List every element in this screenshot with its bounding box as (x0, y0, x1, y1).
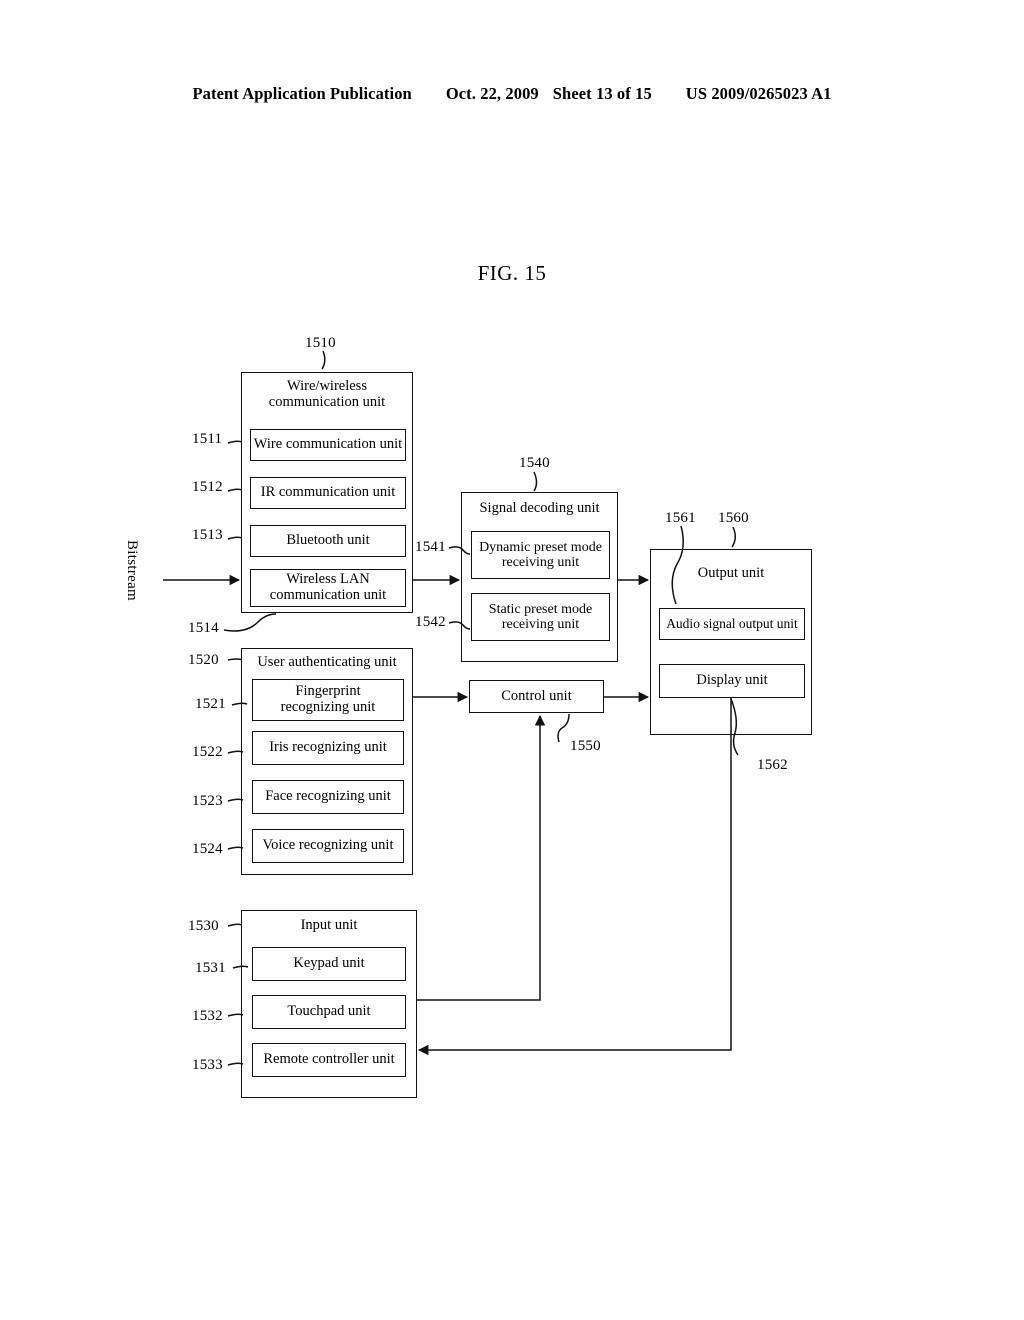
ref-1514: 1514 (188, 620, 219, 636)
block-title-output-unit: Output unit (697, 565, 765, 581)
block-voice-recognizing-unit: Voice recognizing unit (252, 829, 404, 863)
ref-1511: 1511 (192, 431, 223, 447)
block-touchpad-unit: Touchpad unit (252, 995, 406, 1029)
ref-1531: 1531 (195, 960, 226, 976)
ref-1523: 1523 (192, 793, 223, 809)
leader-1512 (227, 488, 243, 492)
block-input-unit: Input unit Keypad unit Touchpad unit Rem… (241, 910, 417, 1098)
leader-1560 (731, 526, 736, 548)
ref-1550: 1550 (570, 738, 601, 754)
block-face-recognizing-unit: Face recognizing unit (252, 780, 404, 814)
block-remote-controller-unit: Remote controller unit (252, 1043, 406, 1077)
ref-1513: 1513 (192, 527, 223, 543)
block-keypad-unit: Keypad unit (252, 947, 406, 981)
block-user-authenticating-unit: User authenticating unit Fingerprint rec… (241, 648, 413, 875)
block-audio-signal-output-unit: Audio signal output unit (659, 608, 805, 640)
block-display-unit: Display unit (659, 664, 805, 698)
block-dynamic-preset-mode-receiving-unit: Dynamic preset mode receiving unit (471, 531, 610, 579)
block-wireless-lan-communication-unit: Wireless LAN communication unit (250, 569, 406, 607)
ref-1521: 1521 (195, 696, 226, 712)
ref-1542: 1542 (415, 614, 446, 630)
bitstream-label: Bitstream (124, 540, 140, 602)
ref-1510: 1510 (305, 335, 336, 351)
ref-1512: 1512 (192, 479, 223, 495)
ref-1530: 1530 (188, 918, 219, 934)
leader-1511 (227, 440, 243, 444)
wire-input-to-control (417, 714, 546, 1001)
leader-1513 (227, 536, 243, 540)
block-output-unit: Output unit Audio signal output unit Dis… (650, 549, 812, 735)
block-control-unit: Control unit (469, 680, 604, 713)
block-iris-recognizing-unit: Iris recognizing unit (252, 731, 404, 765)
block-wire-wireless-communication-unit: Wire/wireless communication unit Wire co… (241, 372, 413, 613)
ref-1561: 1561 (665, 510, 696, 526)
figure-15-block-diagram: Bitstream Wire/wireless communication un… (0, 0, 1024, 1320)
block-bluetooth-unit: Bluetooth unit (250, 525, 406, 557)
ref-1532: 1532 (192, 1008, 223, 1024)
ref-1562: 1562 (757, 757, 788, 773)
ref-1522: 1522 (192, 744, 223, 760)
ref-1541: 1541 (415, 539, 446, 555)
ref-1524: 1524 (192, 841, 223, 857)
block-title-user-authenticating-unit: User authenticating unit (257, 654, 397, 670)
block-fingerprint-recognizing-unit: Fingerprint recognizing unit (252, 679, 404, 721)
leader-1550 (557, 713, 570, 743)
block-title-wire-wireless-communication-unit: Wire/wireless communication unit (268, 378, 386, 410)
block-signal-decoding-unit: Signal decoding unit Dynamic preset mode… (461, 492, 618, 662)
ref-1540: 1540 (519, 455, 550, 471)
leader-1530 (227, 923, 243, 927)
leader-1520 (227, 658, 243, 661)
block-static-preset-mode-receiving-unit: Static preset mode receiving unit (471, 593, 610, 641)
block-title-signal-decoding-unit: Signal decoding unit (479, 500, 600, 516)
block-title-input-unit: Input unit (300, 917, 358, 933)
block-wire-communication-unit: Wire communication unit (250, 429, 406, 461)
ref-1520: 1520 (188, 652, 219, 668)
block-ir-communication-unit: IR communication unit (250, 477, 406, 509)
leader-1510 (321, 350, 326, 370)
ref-1533: 1533 (192, 1057, 223, 1073)
ref-1560: 1560 (718, 510, 749, 526)
leader-1514 (223, 613, 277, 632)
leader-1540 (533, 471, 538, 492)
